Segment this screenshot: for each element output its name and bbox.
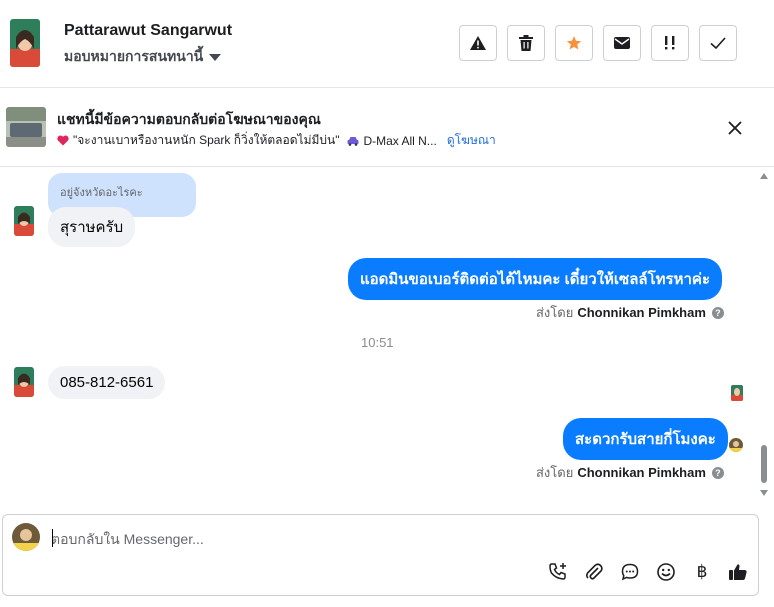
message-timestamp: 10:51 [361, 335, 394, 350]
contact-avatar-small [14, 367, 34, 397]
add-call-button[interactable] [547, 561, 569, 583]
contact-name[interactable]: Pattarawut Sangarwut [64, 22, 232, 40]
caret-down-icon [209, 53, 222, 61]
contact-avatar[interactable] [10, 19, 40, 67]
outgoing-message: แอดมินขอเบอร์ติดต่อได้ไหมคะ เดี๋ยวให้เซล… [348, 258, 723, 300]
sent-by-label: ส่งโดย Chonnikan Pimkham ? [536, 302, 724, 323]
ad-car-text: D-Max All N... [363, 133, 437, 148]
mark-unread-button[interactable] [603, 25, 641, 61]
conversation-header: Pattarawut Sangarwut มอบหมายการสนทนานี้ [0, 0, 774, 88]
check-icon [710, 37, 726, 50]
ad-banner-subtitle: "จะงานเบาหรืองานหนัก Spark ก็วิ่งให้ตลอด… [57, 131, 496, 150]
help-icon[interactable]: ? [711, 306, 724, 319]
envelope-icon [614, 37, 630, 49]
agent-avatar [12, 523, 40, 551]
close-icon [728, 121, 742, 135]
scroll-down-arrow-icon[interactable] [760, 490, 768, 496]
emoji-button[interactable] [655, 561, 677, 583]
agent-avatar-small [729, 438, 743, 452]
payment-button[interactable]: ฿ [691, 561, 713, 583]
baht-icon: ฿ [696, 562, 708, 582]
outgoing-message: สะดวกรับสายกี่โมงคะ [563, 418, 728, 460]
paperclip-icon [585, 563, 603, 580]
ad-reply-banner: แชทนี้มีข้อความตอบกลับต่อโฆษณาของคุณ "จะ… [0, 89, 774, 167]
sent-by-prefix: ส่งโดย [536, 305, 574, 320]
ad-snippet: "จะงานเบาหรืองานหนัก Spark ก็วิ่งให้ตลอด… [73, 133, 340, 147]
assign-label: มอบหมายการสนทนานี้ [64, 48, 204, 64]
help-icon[interactable]: ? [711, 466, 724, 479]
assign-conversation-dropdown[interactable]: มอบหมายการสนทนานี้ [64, 46, 222, 68]
header-actions [459, 25, 737, 61]
chat-bubble-icon [621, 563, 639, 581]
composer-toolbar: ฿ [547, 561, 749, 583]
view-ad-link[interactable]: ดูโฆษณา [447, 131, 496, 150]
ad-banner-title: แชทนี้มีข้อความตอบกลับต่อโฆษณาของคุณ [57, 111, 321, 127]
delete-button[interactable] [507, 25, 545, 61]
thumbs-up-icon [729, 564, 747, 580]
message-thread[interactable]: อยู่จังหวัดอะไรคะ สุราษครับ แอดมินขอเบอร… [0, 168, 774, 503]
ad-thumbnail[interactable] [6, 107, 46, 147]
reply-composer: ฿ [2, 514, 759, 596]
contact-avatar-small [14, 206, 34, 236]
scrollbar-thumb[interactable] [761, 445, 767, 483]
mark-done-button[interactable] [699, 25, 737, 61]
thread-scrollbar[interactable] [760, 170, 770, 500]
trash-icon [519, 35, 533, 51]
star-button[interactable] [555, 25, 593, 61]
report-spam-button[interactable] [459, 25, 497, 61]
follow-up-button[interactable] [651, 25, 689, 61]
sent-by-prefix: ส่งโดย [536, 465, 574, 480]
sent-by-name: Chonnikan Pimkham [577, 465, 706, 480]
like-button[interactable] [727, 561, 749, 583]
saved-replies-button[interactable] [619, 561, 641, 583]
incoming-message: 085-812-6561 [48, 366, 166, 399]
phone-plus-icon [549, 563, 566, 580]
scroll-up-arrow-icon[interactable] [760, 173, 768, 179]
star-icon [566, 36, 582, 50]
text-cursor [52, 529, 53, 547]
car-icon [347, 136, 359, 146]
warning-icon [470, 36, 486, 50]
exclamation-icon [665, 36, 675, 50]
reply-input[interactable] [51, 528, 651, 550]
attach-button[interactable] [583, 561, 605, 583]
sent-by-label: ส่งโดย Chonnikan Pimkham ? [536, 462, 724, 483]
smiley-icon [657, 563, 675, 581]
incoming-message: สุราษครับ [48, 207, 136, 247]
read-receipt-avatar [731, 385, 743, 401]
sent-by-name: Chonnikan Pimkham [577, 305, 706, 320]
close-banner-button[interactable] [726, 119, 744, 137]
heart-icon [57, 135, 69, 146]
